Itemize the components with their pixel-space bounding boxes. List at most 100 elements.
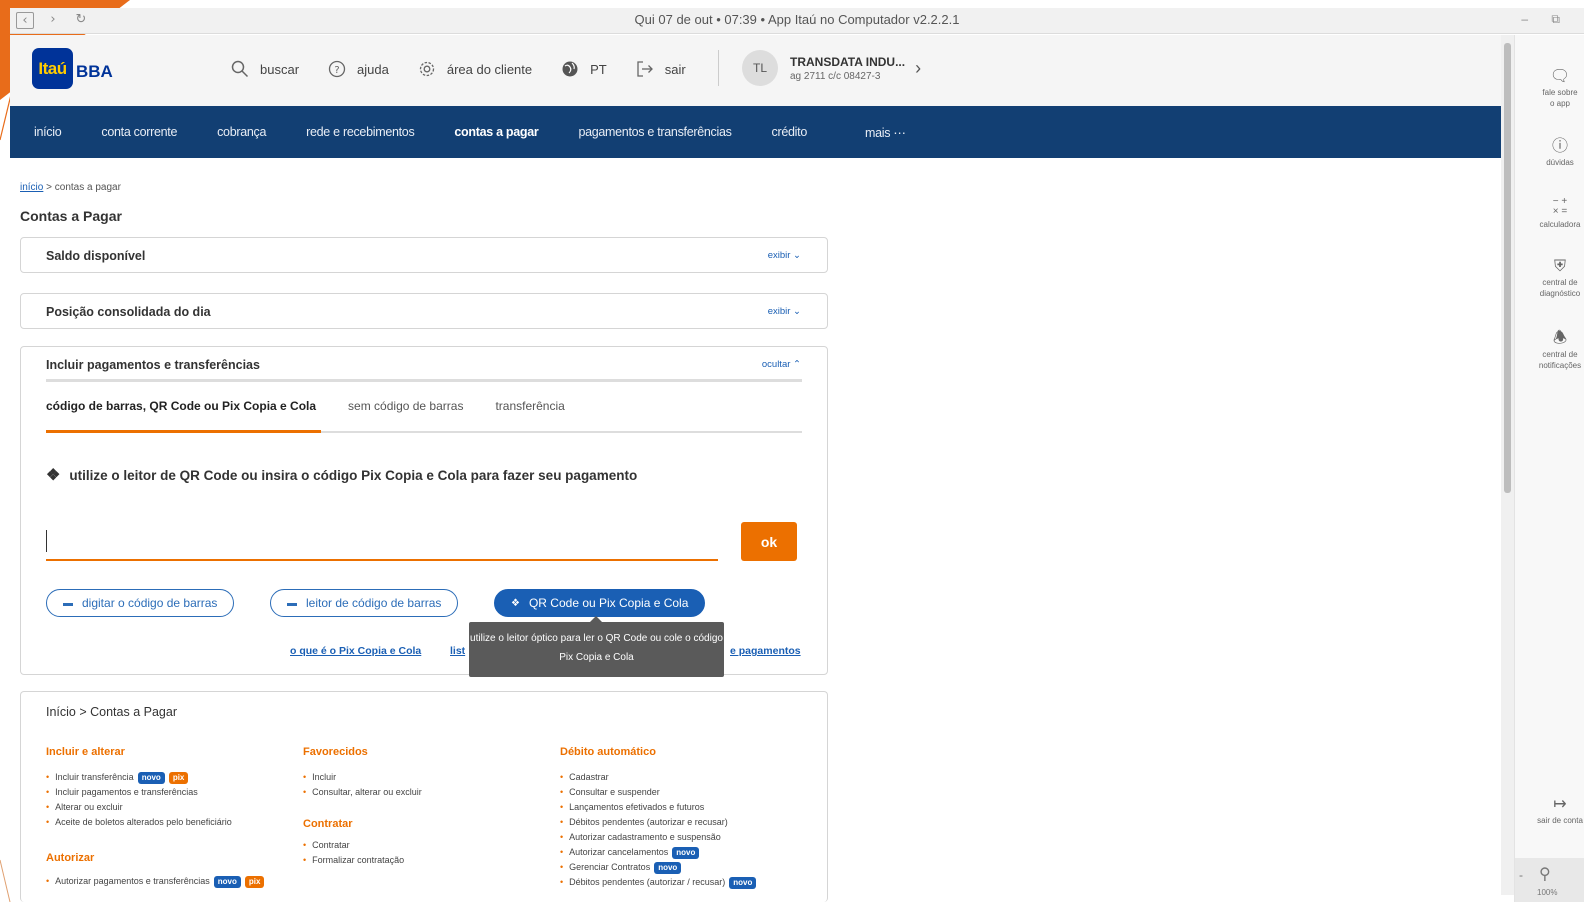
barcode-icon: ▬ [63, 597, 73, 609]
menu-link[interactable]: Autorizar pagamentos e transferênciasnov… [46, 874, 296, 889]
menu-col-favorecidos: Favorecidos Incluir Consultar, alterar o… [303, 746, 553, 868]
ok-button[interactable]: ok [741, 522, 797, 561]
logout-tool[interactable]: sair [635, 59, 686, 79]
user-account: ag 2711 c/c 08427-3 [790, 70, 881, 82]
app-window: { "window": {"title": "Qui 07 de out • 0… [0, 0, 1584, 902]
menu-link[interactable]: Cadastrar [560, 770, 810, 785]
chevron-right-icon: › [915, 57, 922, 78]
menu-link[interactable]: Lançamentos efetivados e futuros [560, 800, 810, 815]
zoom-control[interactable]: - ⚲ 100% [1515, 858, 1584, 902]
menu-link[interactable]: Autorizar cancelamentosnovo [560, 845, 810, 860]
menu-link[interactable]: Formalizar contratação [303, 853, 553, 868]
main-nav: início conta corrente cobrança rede e re… [10, 106, 1501, 158]
nav-pagamentos-transferencias[interactable]: pagamentos e transferências [578, 125, 731, 139]
nav-mais[interactable]: mais ⋯ [865, 125, 906, 140]
menu-heading: Favorecidos [303, 746, 368, 758]
window-titlebar: ‹ › ↻ Qui 07 de out • 07:39 • App Itaú n… [10, 8, 1584, 34]
tab-sem-codigo[interactable]: sem código de barras [348, 399, 463, 413]
card-divider [46, 379, 802, 382]
novo-badge: novo [213, 875, 241, 888]
tab-active-indicator [46, 430, 321, 433]
posicao-toggle[interactable]: exibir ⌄ [768, 306, 801, 317]
right-sidebar: 🗨 fale sobre o app ⓘ dúvidas − + × = calc… [1514, 35, 1584, 902]
menu-link[interactable]: Aceite de boletos alterados pelo benefic… [46, 815, 296, 830]
globe-icon [560, 59, 580, 79]
page-scrollbar[interactable] [1501, 35, 1514, 895]
sidebar-label: sair de conta [1537, 816, 1583, 825]
breadcrumb-current: > contas a pagar [43, 182, 121, 193]
bell-icon: 🕭 [1552, 330, 1568, 347]
menu-link[interactable]: Débitos pendentes (autorizar / recusar)n… [560, 875, 810, 890]
sidebar-item-notifications[interactable]: 🕭 central de notificações [1515, 329, 1584, 371]
client-area-tool[interactable]: área do cliente [417, 59, 532, 79]
menu-link[interactable]: Autorizar cadastramento e suspensão [560, 830, 810, 845]
menu-link[interactable]: Incluir [303, 770, 553, 785]
incluir-toggle[interactable]: ocultar ⌃ [762, 359, 801, 370]
itau-bba-logo[interactable]: Itaú BBA [32, 48, 113, 89]
sidebar-label: calculadora [1539, 220, 1581, 229]
menu-col-incluir: Incluir e alterar Incluir transferêncian… [46, 746, 296, 889]
link-o-que-e-pix[interactable]: o que é o Pix Copia e Cola [290, 645, 421, 657]
chevron-down-icon: ⌄ [793, 306, 801, 317]
nav-contas-a-pagar[interactable]: contas a pagar [454, 125, 538, 139]
novo-badge: novo [137, 771, 165, 784]
link-lista-partial[interactable]: list [450, 645, 465, 657]
nav-inicio[interactable]: início [34, 125, 62, 139]
scrollbar-thumb[interactable] [1504, 43, 1511, 493]
menu-col-debito: Débito automático Cadastrar Consultar e … [560, 746, 810, 890]
menu-link[interactable]: Débitos pendentes (autorizar e recusar) [560, 815, 810, 830]
gear-icon [417, 59, 437, 79]
menu-link[interactable]: Contratar [303, 838, 553, 853]
chevron-down-icon: ⌄ [793, 250, 801, 261]
nav-cobranca[interactable]: cobrança [217, 125, 266, 139]
menu-link[interactable]: Incluir transferêncianovopix [46, 770, 296, 785]
menu-link[interactable]: Consultar, alterar ou excluir [303, 785, 553, 800]
language-label: PT [590, 61, 607, 77]
magnifier-icon: ⚲ [1539, 866, 1551, 883]
posicao-card[interactable]: Posição consolidada do dia exibir ⌄ [20, 293, 828, 329]
tab-codigo-barras-qr[interactable]: código de barras, QR Code ou Pix Copia e… [46, 399, 316, 413]
search-tool[interactable]: buscar [230, 59, 299, 79]
saldo-toggle[interactable]: exibir ⌄ [768, 250, 801, 261]
help-tool[interactable]: ? ajuda [327, 59, 389, 79]
breadcrumb-home-link[interactable]: início [20, 182, 43, 193]
nav-credito[interactable]: crédito [772, 125, 808, 139]
language-tool[interactable]: PT [560, 59, 607, 79]
menu-title: Início > Contas a Pagar [46, 705, 177, 719]
tab-underline [46, 430, 802, 433]
option-leitor-codigo[interactable]: ▬ leitor de código de barras [270, 589, 459, 617]
barcode-icon: ▬ [287, 597, 297, 609]
sidebar-label: central de diagnóstico [1539, 278, 1581, 298]
sidebar-item-chat[interactable]: 🗨 fale sobre o app [1515, 67, 1584, 109]
window-controls[interactable]: – ⧉ [1521, 12, 1570, 27]
menu-heading: Autorizar [46, 852, 95, 864]
zoom-level: 100% [1537, 888, 1558, 897]
sidebar-item-calculator[interactable]: − + × = calculadora [1515, 197, 1584, 230]
svg-text:?: ? [334, 65, 339, 76]
sidebar-item-diagnostics[interactable]: ⛨ central de diagnóstico [1515, 257, 1584, 299]
menu-link[interactable]: Alterar ou excluir [46, 800, 296, 815]
sidebar-item-exit[interactable]: ↦ sair de conta [1515, 795, 1584, 826]
qr-option-tooltip: utilize o leitor óptico para ler o QR Co… [469, 616, 724, 677]
saldo-card[interactable]: Saldo disponível exibir ⌄ [20, 237, 828, 273]
user-account-switcher[interactable]: TL TRANSDATA INDU... ag 2711 c/c 08427-3… [742, 50, 921, 86]
option-qr-pix[interactable]: ❖ QR Code ou Pix Copia e Cola [494, 589, 706, 617]
instruction-text: utilize o leitor de QR Code ou insira o … [69, 467, 638, 483]
sidebar-label: dúvidas [1546, 158, 1574, 167]
menu-link[interactable]: Gerenciar Contratosnovo [560, 860, 810, 875]
user-name: TRANSDATA INDU... [790, 54, 906, 69]
menu-link[interactable]: Consultar e suspender [560, 785, 810, 800]
option-digitar-codigo[interactable]: ▬ digitar o código de barras [46, 589, 235, 617]
tab-transferencia[interactable]: transferência [495, 399, 564, 413]
nav-conta-corrente[interactable]: conta corrente [101, 125, 177, 139]
link-pagamentos-partial[interactable]: e pagamentos [730, 645, 801, 657]
payment-instruction: ❖ utilize o leitor de QR Code ou insira … [46, 465, 637, 485]
app-header: Itaú BBA buscar ? ajuda área do cliente … [10, 35, 1501, 106]
nav-rede-recebimentos[interactable]: rede e recebimentos [306, 125, 415, 139]
zoom-out-icon[interactable]: - [1519, 868, 1523, 882]
breadcrumb: início > contas a pagar [20, 182, 121, 193]
sidebar-label: central de notificações [1538, 350, 1582, 370]
pix-code-input[interactable] [46, 523, 718, 561]
menu-link[interactable]: Incluir pagamentos e transferências [46, 785, 296, 800]
sidebar-item-help[interactable]: ⓘ dúvidas [1515, 137, 1584, 168]
